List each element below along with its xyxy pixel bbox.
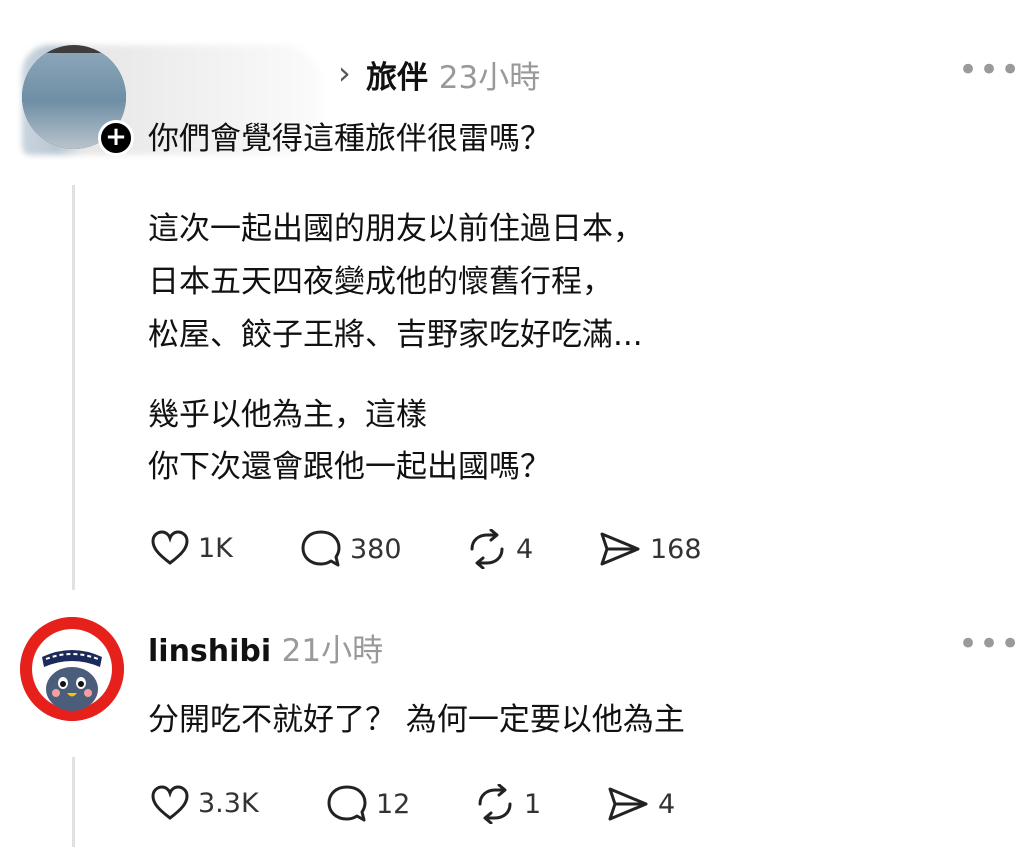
reply-repost-button[interactable]: 1 [474,784,541,824]
post-username[interactable]: 旅伴 [366,60,428,96]
reply-text: 分開吃不就好了？ 為何一定要以他為主 [148,702,685,738]
like-button[interactable]: 1K [150,529,233,567]
share-count: 168 [650,533,702,565]
comment-button[interactable]: 380 [300,529,402,569]
heart-icon [151,530,189,565]
reply-author-avatar[interactable] [20,617,124,721]
send-icon [608,787,648,821]
post-body-line: 這次一起出國的朋友以前住過日本， [148,211,644,247]
send-icon [600,532,640,566]
reply-like-button[interactable]: 3.3K [150,784,259,822]
comment-bubble-icon [301,530,341,567]
mascot-logo [20,617,124,721]
post-body-line: 松屋、餃子王將、吉野家吃好吃滿... [148,317,643,353]
repost-icon [470,529,504,569]
post-username-line[interactable]: 旅伴 23小時 [366,52,540,97]
post-body-line: 你下次還會跟他一起出國嗎？ [148,449,551,485]
repost-icon [478,784,512,824]
reply-share-count: 4 [658,788,676,820]
comment-count: 380 [350,533,402,565]
reply-comment-count: 12 [376,788,411,820]
reply-comment-button[interactable]: 12 [326,784,410,824]
repost-count: 4 [516,533,534,565]
post-title: 你們會覺得這種旅伴很雷嗎？ [148,121,551,157]
reply-like-count: 3.3K [198,787,259,819]
post-body-line: 日本五天四夜變成他的懷舊行程， [148,264,613,300]
follow-plus-icon[interactable]: + [98,120,134,156]
reply-share-button[interactable]: 4 [606,784,675,824]
repost-button[interactable]: 4 [466,529,533,569]
like-count: 1K [198,532,233,564]
reply-time: 21小時 [281,633,384,669]
reply-repost-count: 1 [524,788,542,820]
post-body-line: 幾乎以他為主，這樣 [148,397,427,433]
comment-bubble-icon [327,785,367,822]
heart-icon [151,785,189,820]
thread-line [72,757,75,847]
post-more-options-icon[interactable]: ••• [958,50,1021,90]
share-button[interactable]: 168 [598,529,702,569]
chevron-right-icon: › [338,54,351,92]
reply-username[interactable]: linshibi [148,634,271,669]
reply-username-line[interactable]: linshibi 21小時 [148,625,383,670]
post-time: 23小時 [438,60,541,96]
reply-more-options-icon[interactable]: ••• [958,624,1021,664]
thread-line [72,185,75,590]
